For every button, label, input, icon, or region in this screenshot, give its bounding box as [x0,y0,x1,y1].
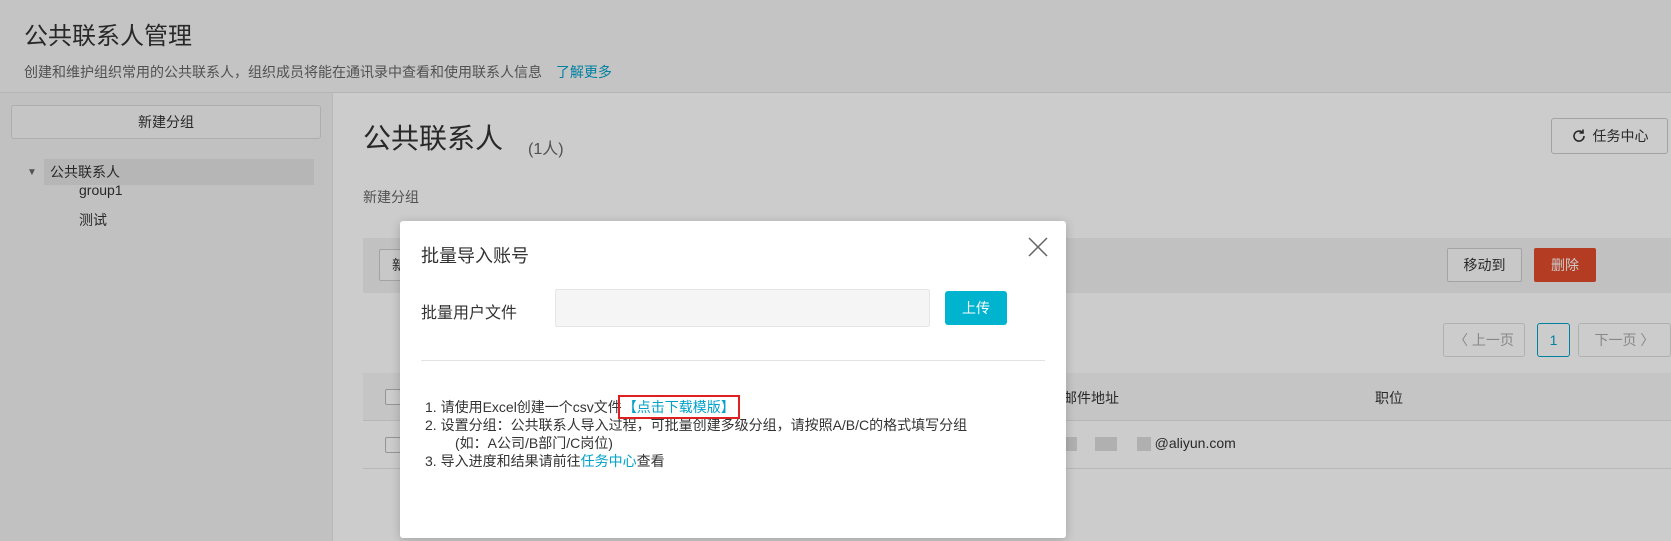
step-2-example: (如：A公司/B部门/C岗位) [455,435,613,451]
step-1: 1. 请使用Excel创建一个csv文件【点击下载模版】 [425,395,967,419]
step-2-text: 2. 设置分组：公共联系人导入过程，可批量创建多级分组，请按照A/B/C的格式填… [425,417,968,433]
close-icon[interactable] [1027,236,1049,258]
step-3-prefix: 3. 导入进度和结果请前往 [425,453,581,469]
file-field-label: 批量用户文件 [421,305,518,322]
upload-button[interactable]: 上传 [945,291,1007,325]
batch-import-dialog: 批量导入账号 批量用户文件 上传 1. 请使用Excel创建一个csv文件【点击… [400,221,1066,538]
step-2: 2. 设置分组：公共联系人导入过程，可批量创建多级分组，请按照A/B/C的格式填… [425,416,967,434]
dialog-title: 批量导入账号 [421,246,529,266]
file-input[interactable] [555,289,930,327]
step-1-text: 1. 请使用Excel创建一个csv文件 [425,399,622,415]
step-3: 3. 导入进度和结果请前往任务中心查看 [425,452,967,470]
instructions: 1. 请使用Excel创建一个csv文件【点击下载模版】 2. 设置分组：公共联… [425,395,967,470]
task-center-link[interactable]: 任务中心 [581,453,637,469]
divider [421,360,1045,361]
download-template-link[interactable]: 【点击下载模版】 [617,395,740,419]
step-3-suffix: 查看 [636,453,665,469]
